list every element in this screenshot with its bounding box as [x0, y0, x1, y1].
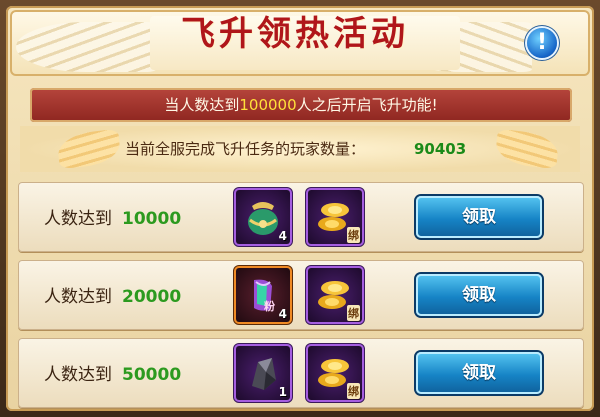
item-count: 4 — [278, 307, 287, 321]
reward-row: 人数达到 50000 1 绑 领取 — [18, 338, 584, 408]
claim-button[interactable]: 领取 — [416, 274, 542, 316]
reward-slot[interactable]: 绑 — [308, 190, 362, 244]
claim-button[interactable]: 领取 — [416, 352, 542, 394]
reward-row: 人数达到 20000 粉 4 绑 领取 — [18, 260, 584, 330]
reward-row: 人数达到 10000 4 绑 领取 — [18, 182, 584, 252]
reward-condition: 人数达到 20000 — [44, 282, 181, 307]
reward-target: 10000 — [122, 209, 182, 229]
reward-target: 20000 — [122, 287, 182, 307]
reward-condition-label: 人数达到 — [44, 365, 112, 385]
item-count: 4 — [278, 229, 287, 243]
notice-prefix: 当人数达到 — [164, 96, 240, 114]
notice-suffix: 人之后开启飞升功能! — [296, 96, 438, 114]
notice-text: 当人数达到100000人之后开启飞升功能! — [30, 88, 572, 122]
reward-condition: 人数达到 10000 — [44, 204, 181, 229]
bound-tag: 绑 — [347, 305, 360, 321]
item-count: 1 — [278, 385, 287, 399]
page-title: 飞升领热活动 — [181, 14, 409, 54]
reward-target: 50000 — [122, 365, 182, 385]
reward-slot[interactable]: 4 — [236, 190, 290, 244]
left-wing-decoration — [16, 22, 156, 72]
reward-condition-label: 人数达到 — [44, 287, 112, 307]
reward-slot[interactable]: 绑 — [308, 346, 362, 400]
completed-players-label: 当前全服完成飞升任务的玩家数量： — [125, 140, 366, 158]
item-tag: 粉 — [264, 300, 275, 313]
completed-players-count: 90403 — [414, 140, 467, 158]
claim-button[interactable]: 领取 — [416, 196, 542, 238]
reward-condition: 人数达到 50000 — [44, 360, 181, 385]
bound-tag: 绑 — [347, 227, 360, 243]
reward-slot[interactable]: 粉 4 — [236, 268, 290, 322]
reward-slot[interactable]: 1 — [236, 346, 290, 400]
reward-slot[interactable]: 绑 — [308, 268, 362, 322]
bound-tag: 绑 — [347, 383, 360, 399]
info-icon[interactable]: ! — [527, 28, 557, 58]
reward-condition-label: 人数达到 — [44, 209, 112, 229]
notice-number: 100000 — [239, 96, 297, 114]
